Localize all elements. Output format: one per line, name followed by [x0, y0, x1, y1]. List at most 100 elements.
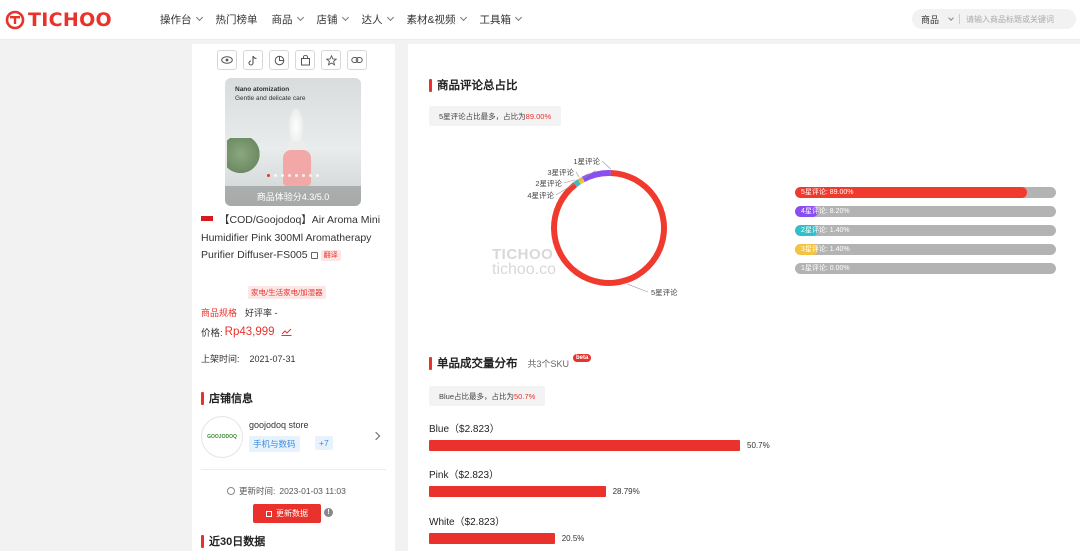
nav-item[interactable]: 热门榜单 — [216, 12, 258, 27]
legend-bar[interactable]: 5星评论: 89.00% — [795, 187, 1056, 198]
nav-item[interactable]: 操作台 — [160, 12, 203, 27]
listed-date-value: 2021-07-31 — [249, 354, 296, 364]
store-name[interactable]: goojodoq store — [249, 420, 309, 430]
info-icon[interactable]: ! — [324, 508, 333, 517]
legend-label: 4星评论: 8.20% — [801, 208, 850, 215]
analysis-icon[interactable] — [269, 50, 289, 70]
experience-score: 商品体验分4.3/5.0 — [225, 186, 361, 206]
store-logo[interactable]: GOOJODOQ — [201, 416, 243, 458]
chevron-down-icon — [459, 13, 467, 22]
carousel-dot[interactable] — [267, 174, 270, 177]
price-value: Rp43,999 — [224, 326, 275, 338]
refresh-icon — [266, 510, 272, 517]
sku-summary-text: Blue占比最多，占比为 — [439, 391, 515, 401]
chevron-down-icon — [386, 13, 394, 22]
watermark-domain: tichoo.co — [492, 261, 557, 278]
store-info-heading: 店铺信息 — [201, 390, 253, 406]
search-category-select[interactable]: 商品 — [921, 13, 954, 26]
listed-date-row: 上架时间: 2021-07-31 — [201, 352, 296, 365]
product-info-panel: Nano atomization Gentle and delicate car… — [192, 44, 395, 551]
sku-bar[interactable] — [429, 533, 555, 544]
search-separator — [959, 14, 961, 24]
update-data-label: 更新数据 — [276, 509, 308, 518]
indonesia-flag-icon — [201, 216, 213, 222]
shopping-bag-icon[interactable] — [295, 50, 315, 70]
nav-item[interactable]: 达人 — [361, 12, 394, 27]
translate-button[interactable]: 翻译 — [320, 249, 341, 261]
chevron-down-icon — [514, 13, 523, 22]
price-label: 价格: — [201, 328, 223, 339]
carousel-dot[interactable] — [295, 174, 298, 177]
tichoo-watermark: TICHOO tichoo.co — [492, 246, 556, 279]
legend-label: 5星评论: 89.00% — [801, 189, 854, 196]
carousel-dot[interactable] — [309, 174, 312, 177]
nav-item[interactable]: 商品 — [271, 12, 304, 27]
review-legend: 5星评论: 89.00% 4星评论: 8.20% 2星评论: 1.40% 3星评论: … — [795, 187, 1056, 282]
carousel-dots[interactable] — [225, 174, 361, 177]
product-image[interactable]: Nano atomization Gentle and delicate car… — [225, 78, 361, 206]
store-card[interactable]: GOOJODOQ goojodoq store 手机与数码 +7 — [201, 416, 386, 462]
review-donut-chart[interactable]: 1星评论3星评论2星评论 4星评论 5星评论 — [488, 148, 688, 308]
carousel-dot[interactable] — [288, 174, 291, 177]
legend-bar[interactable]: 4星评论: 8.20% — [795, 206, 1056, 217]
chevron-down-icon — [296, 13, 304, 22]
copy-icon[interactable] — [310, 251, 318, 259]
search-category-label: 商品 — [921, 14, 940, 25]
sku-summary: Blue占比最多，占比为 50.7% — [429, 386, 546, 406]
favorite-star-icon[interactable] — [321, 50, 341, 70]
legend-bar[interactable]: 3星评论: 1.40% — [795, 244, 1056, 255]
legend-bar[interactable]: 1星评论: 0.00% — [795, 263, 1056, 274]
callout-label: 2星评论 — [535, 178, 562, 188]
store-category-tag[interactable]: 手机与数码 — [249, 436, 300, 452]
search-box[interactable]: 商品 — [912, 9, 1076, 29]
tichoo-logo[interactable]: TICHOO — [5, 9, 112, 31]
legend-label: 1星评论: 0.00% — [801, 265, 850, 272]
carousel-dot[interactable] — [302, 174, 305, 177]
chevron-down-icon — [195, 13, 203, 22]
update-data-button[interactable]: 更新数据 — [253, 504, 321, 523]
nav-item[interactable]: 工具箱 — [480, 12, 523, 27]
nav-item-label: 达人 — [361, 13, 383, 26]
chevron-down-icon — [341, 13, 349, 22]
carousel-dot[interactable] — [274, 174, 277, 177]
sku-distribution-heading: 单品成交量分布 共3个SKU beta — [429, 354, 592, 371]
sku-percentage: 50.7% — [747, 441, 770, 450]
search-input[interactable] — [966, 14, 1067, 24]
top-navbar: TICHOO 操作台 热门榜单 商品 店铺 达人 素材&视频 工具箱 商品 — [0, 0, 1080, 40]
sku-label: White（$2.823） — [429, 517, 506, 528]
updated-label: 更新时间: — [239, 486, 276, 496]
callout-label: 1星评论 — [573, 156, 600, 166]
store-more-tags[interactable]: +7 — [315, 436, 333, 450]
nav-item[interactable]: 店铺 — [317, 12, 349, 27]
link-icon[interactable] — [347, 50, 367, 70]
spec-link[interactable]: 商品规格 — [201, 308, 237, 318]
image-caption-subtitle: Gentle and delicate care — [235, 95, 306, 102]
review-summary-text: 5星评论占比最多，占比为 — [439, 111, 526, 121]
brand-name: TICHOO — [28, 9, 112, 31]
legend-bar[interactable]: 2星评论: 1.40% — [795, 225, 1056, 236]
clock-icon — [227, 487, 235, 495]
nav-item-label: 商品 — [271, 13, 293, 26]
product-action-icons — [217, 50, 373, 70]
callout-line — [601, 160, 611, 170]
sku-bar[interactable] — [429, 486, 606, 497]
sku-bar[interactable] — [429, 440, 740, 451]
tiktok-icon[interactable] — [243, 50, 263, 70]
price-trend-icon[interactable] — [281, 328, 292, 336]
spec-row: 商品规格 好评率 - — [201, 306, 278, 319]
last-30-days-heading: 近30日数据 — [201, 533, 265, 549]
view-icon[interactable] — [217, 50, 237, 70]
heading-accent — [201, 391, 204, 405]
main-nav: 操作台 热门榜单 商品 店铺 达人 素材&视频 工具箱 — [160, 0, 535, 38]
chevron-right-icon[interactable] — [371, 431, 381, 441]
nav-item[interactable]: 素材&视频 — [407, 12, 467, 27]
product-title-text[interactable]: 【COD/Goojodoq】Air Aroma Mini Humidifier … — [201, 214, 380, 261]
nav-item-label: 热门榜单 — [215, 13, 258, 26]
heading-accent — [201, 534, 204, 548]
sku-distribution-title: 单品成交量分布 — [437, 358, 518, 370]
category-tag[interactable]: 家电/生活家电/加湿器 — [248, 286, 326, 299]
carousel-dot[interactable] — [316, 174, 319, 177]
sku-percentage: 20.5% — [561, 534, 585, 543]
updated-time-row: 更新时间: 2023-01-03 11:03 — [227, 485, 346, 497]
carousel-dot[interactable] — [281, 174, 284, 177]
